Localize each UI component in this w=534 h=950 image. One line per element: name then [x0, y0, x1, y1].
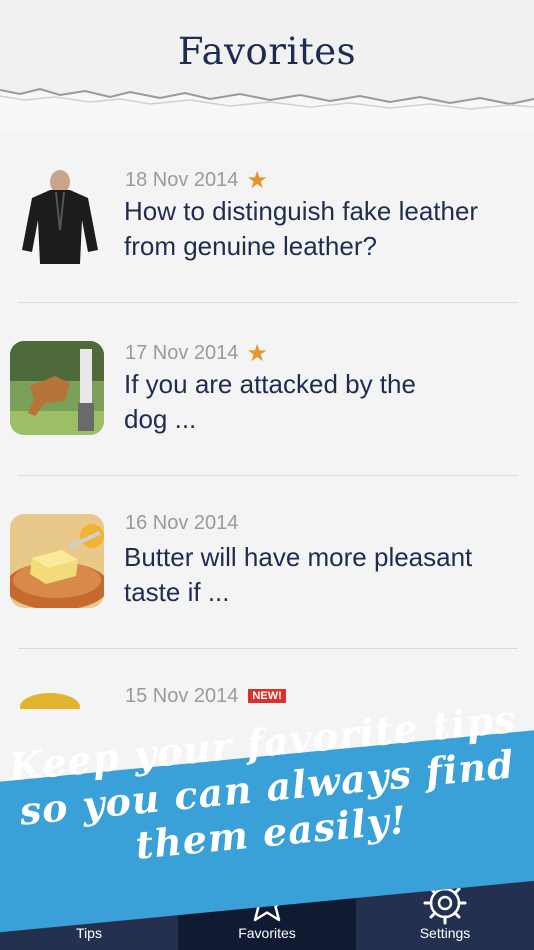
butter-plate-thumbnail: [10, 514, 104, 608]
list-item[interactable]: 17 Nov 2014 ★ If you are attacked by the …: [0, 303, 534, 476]
item-date: 18 Nov 2014: [125, 169, 239, 191]
dog-attack-thumbnail: [10, 341, 104, 435]
item-title: How to distinguish fake leather from gen…: [124, 196, 479, 261]
list-item[interactable]: 16 Nov 2014 Butter will have more pleasa…: [0, 476, 534, 649]
tab-label: Favorites: [238, 925, 296, 941]
new-badge: NEW!: [248, 689, 286, 703]
item-title: If you are attacked by the dog ...: [124, 369, 416, 434]
page-title: Favorites: [177, 30, 357, 73]
partial-thumbnail: [10, 687, 104, 709]
item-date: 16 Nov 2014: [125, 512, 239, 534]
favorite-star-icon[interactable]: ★: [246, 340, 268, 367]
list-item[interactable]: 18 Nov 2014 ★ How to distinguish fake lea…: [0, 130, 534, 303]
tab-label: Settings: [419, 925, 471, 941]
item-date: 17 Nov 2014: [125, 342, 239, 364]
item-title: Butter will have more pleasant taste if …: [124, 542, 473, 607]
item-date: 15 Nov 2014: [125, 685, 239, 707]
list-item[interactable]: 15 Nov 2014 NEW!: [0, 649, 534, 709]
torn-paper-edge: [0, 87, 534, 130]
favorite-star-icon[interactable]: ★: [246, 167, 268, 194]
leather-jacket-thumbnail: [10, 170, 104, 264]
